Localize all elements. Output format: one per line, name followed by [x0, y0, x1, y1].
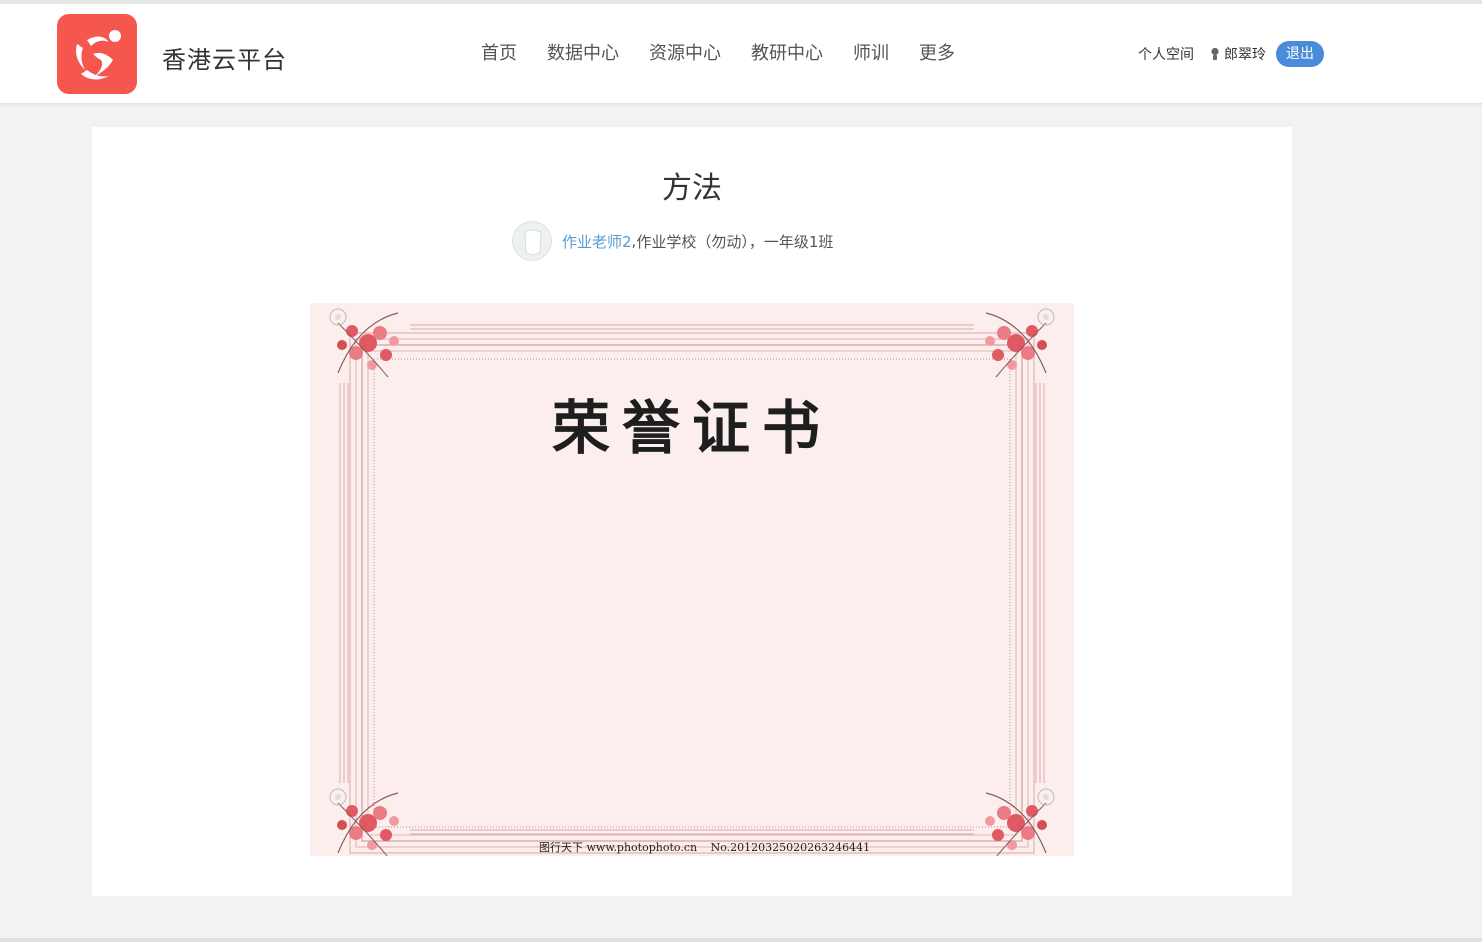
certificate-footer: 图行天下 www.photophoto.cn No.20120325020263…: [539, 839, 880, 855]
article-title: 方法: [662, 171, 722, 206]
certificate-heading: 荣誉证书: [551, 394, 832, 462]
certificate-source: 图行天下 www.photophoto.cn: [539, 841, 698, 854]
nav-data-center[interactable]: 数据中心: [532, 42, 634, 66]
author-school: 作业学校（勿动），一年级1班: [636, 232, 834, 251]
user-name[interactable]: 郎翠玲: [1210, 44, 1266, 64]
logo-icon: [76, 30, 121, 80]
logout-button[interactable]: 退出: [1276, 41, 1324, 67]
user-icon: [1211, 47, 1219, 60]
nav-teacher-training[interactable]: 师训: [838, 42, 904, 66]
nav-resource-center[interactable]: 资源中心: [634, 42, 736, 66]
nav-more[interactable]: 更多: [904, 42, 970, 66]
site-title: 香港云平台: [162, 46, 287, 74]
nav-teaching-research[interactable]: 教研中心: [736, 42, 838, 66]
article-card: 方法 作业老师2 , 作业学校（勿动），一年级1班 荣誉证书 图行天下 www.…: [92, 127, 1292, 896]
avatar-placeholder-icon: [524, 229, 542, 256]
site-logo[interactable]: [57, 14, 137, 94]
user-area: 个人空间 郎翠玲 退出: [1138, 41, 1324, 67]
certificate-image[interactable]: 荣誉证书 图行天下 www.photophoto.cn No.201203250…: [310, 303, 1074, 856]
author-link[interactable]: 作业老师2: [562, 231, 632, 252]
header-divider: [0, 104, 1482, 107]
personal-space-link[interactable]: 个人空间: [1138, 44, 1194, 64]
certificate-number: No.20120325020263246441: [710, 841, 871, 854]
nav-home[interactable]: 首页: [466, 42, 532, 66]
user-name-label: 郎翠玲: [1224, 47, 1266, 63]
bottom-bar: [0, 938, 1482, 942]
main-nav: 首页 数据中心 资源中心 教研中心 师训 更多: [466, 42, 970, 66]
article-meta: 作业老师2 , 作业学校（勿动），一年级1班: [512, 221, 833, 261]
site-header: 香港云平台 首页 数据中心 资源中心 教研中心 师训 更多 个人空间 郎翠玲 退…: [0, 4, 1482, 104]
avatar[interactable]: [512, 221, 552, 261]
